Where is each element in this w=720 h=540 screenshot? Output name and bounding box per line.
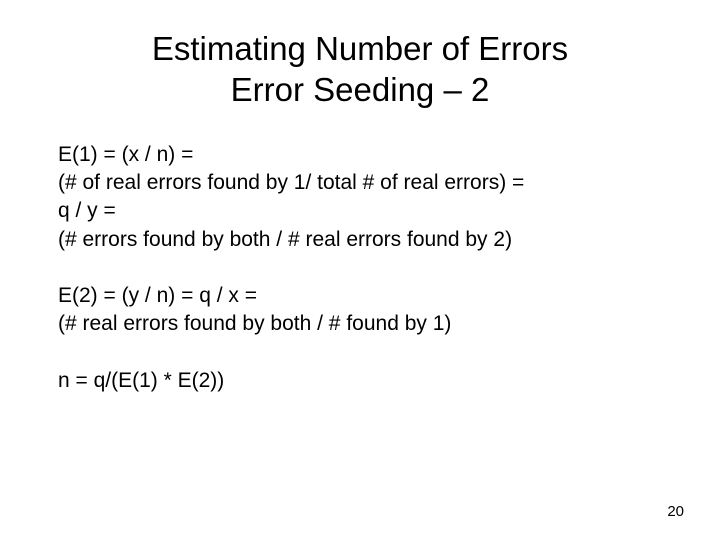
block-3: n = q/(E(1) * E(2)) [58, 367, 662, 395]
block2-line1: E(2) = (y / n) = q / x = [58, 282, 662, 310]
block2-line2: (# real errors found by both / # found b… [58, 310, 662, 338]
block1-line2: (# of real errors found by 1/ total # of… [58, 169, 662, 197]
block1-line3: q / y = [58, 197, 662, 225]
page-number: 20 [667, 503, 684, 520]
block1-line4: (# errors found by both / # real errors … [58, 226, 662, 254]
slide-content: E(1) = (x / n) = (# of real errors found… [0, 141, 720, 395]
slide-title: Estimating Number of Errors Error Seedin… [0, 0, 720, 111]
title-line-1: Estimating Number of Errors [0, 28, 720, 69]
title-line-2: Error Seeding – 2 [0, 69, 720, 110]
block-1: E(1) = (x / n) = (# of real errors found… [58, 141, 662, 254]
block-2: E(2) = (y / n) = q / x = (# real errors … [58, 282, 662, 339]
block1-line1: E(1) = (x / n) = [58, 141, 662, 169]
block3-line1: n = q/(E(1) * E(2)) [58, 367, 662, 395]
